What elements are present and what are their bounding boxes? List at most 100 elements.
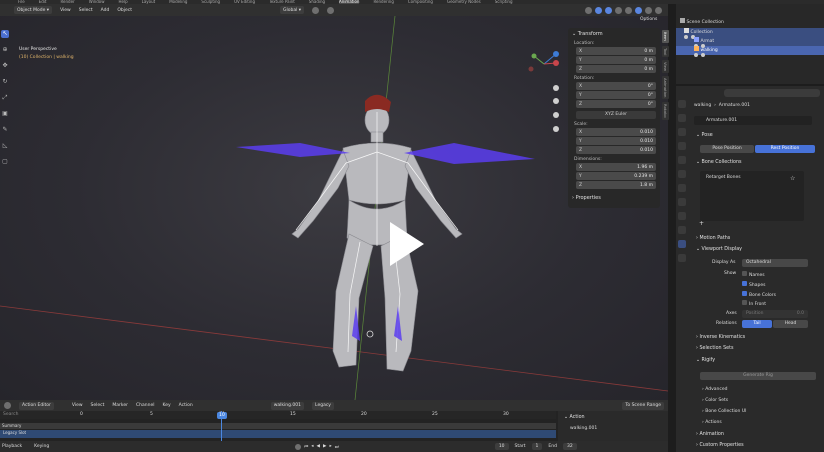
xray-icon[interactable] bbox=[615, 6, 622, 14]
snap-icon[interactable] bbox=[312, 6, 320, 14]
editor-type-icon[interactable] bbox=[4, 402, 11, 409]
timeline-menu-key[interactable]: Key bbox=[162, 403, 170, 408]
play-icon[interactable]: ▶ bbox=[323, 444, 326, 449]
rotation-x-field[interactable]: X 0° bbox=[576, 82, 656, 90]
overlay-icon[interactable] bbox=[605, 6, 612, 14]
scale-x-field[interactable]: X 0.010 bbox=[576, 128, 656, 136]
viewport-display-header[interactable]: ⌄ Viewport Display bbox=[696, 247, 742, 252]
shapes-checkbox[interactable]: Shapes bbox=[742, 281, 765, 288]
add-icon[interactable]: + bbox=[699, 220, 704, 227]
relations-head-button[interactable]: Head bbox=[773, 320, 808, 328]
tab-animation[interactable]: Animation bbox=[662, 76, 669, 100]
transform-orientation-dropdown[interactable]: Global ▾ bbox=[280, 6, 305, 14]
outliner-row-collection[interactable]: Collection bbox=[676, 28, 824, 39]
outliner-row-walking[interactable]: walking bbox=[676, 46, 824, 57]
scene-tab-icon[interactable] bbox=[678, 156, 686, 164]
cursor-tool-icon[interactable]: ⊕ bbox=[1, 46, 9, 54]
gizmo-icon[interactable] bbox=[595, 6, 602, 14]
move-tool-icon[interactable]: ✥ bbox=[1, 62, 9, 70]
bone-collections-list[interactable]: Retarget Bones bbox=[700, 171, 804, 221]
bone-collections-header[interactable]: ⌄ Bone Collections bbox=[696, 160, 742, 165]
modifier-tab-icon[interactable] bbox=[678, 198, 686, 206]
scale-tool-icon[interactable]: ⤢ bbox=[1, 94, 9, 102]
visibility-icon[interactable] bbox=[585, 6, 592, 14]
dimensions-x-field[interactable]: X 1.96 m bbox=[576, 163, 656, 171]
annotate-tool-icon[interactable]: ✎ bbox=[1, 126, 9, 134]
display-as-dropdown[interactable]: Octahedral bbox=[742, 259, 808, 267]
tab-view[interactable]: View bbox=[662, 60, 669, 74]
physics-tab-icon[interactable] bbox=[678, 212, 686, 220]
bone-tab-icon[interactable] bbox=[678, 254, 686, 262]
location-y-field[interactable]: Y 0 m bbox=[576, 56, 656, 64]
output-tab-icon[interactable] bbox=[678, 128, 686, 136]
bone-collection-item[interactable]: Retarget Bones bbox=[700, 171, 804, 180]
dimensions-z-field[interactable]: Z 1.8 m bbox=[576, 181, 656, 189]
world-tab-icon[interactable] bbox=[678, 170, 686, 178]
rotation-y-field[interactable]: Y 0° bbox=[576, 91, 656, 99]
frame-ruler[interactable]: Search 0 5 10 15 20 25 30 bbox=[0, 411, 556, 419]
jump-end-icon[interactable]: ⏭ bbox=[335, 444, 339, 450]
timeline-menu-view[interactable]: View bbox=[72, 403, 83, 408]
options-dropdown[interactable]: Options bbox=[640, 17, 657, 22]
keying-menu[interactable]: Keying bbox=[34, 444, 49, 449]
tab-rokoko[interactable]: Rokoko bbox=[662, 102, 669, 120]
rotate-tool-icon[interactable]: ↻ bbox=[1, 78, 9, 86]
solid-shading-icon[interactable] bbox=[635, 6, 642, 14]
transform-tool-icon[interactable]: ▣ bbox=[1, 110, 9, 118]
viewport-menu-select[interactable]: Select bbox=[79, 8, 93, 13]
generate-rig-button[interactable]: Generate Rig bbox=[700, 372, 816, 380]
scale-z-field[interactable]: Z 0.010 bbox=[576, 146, 656, 154]
viewport-menu-add[interactable]: Add bbox=[101, 8, 110, 13]
start-frame-field[interactable]: 1 bbox=[531, 443, 543, 450]
material-shading-icon[interactable] bbox=[645, 6, 652, 14]
properties-subpanel-header[interactable]: › Properties bbox=[572, 195, 656, 201]
animation-header[interactable]: › Animation bbox=[696, 432, 724, 437]
proportional-edit-icon[interactable] bbox=[327, 6, 335, 14]
end-frame-field[interactable]: 32 bbox=[562, 443, 577, 450]
action-panel-name[interactable]: walking.001 bbox=[558, 420, 668, 431]
play-reverse-icon[interactable]: ◀ bbox=[317, 444, 320, 449]
rigify-bone-collection-ui-header[interactable]: › Bone Collection UI bbox=[702, 409, 746, 414]
visibility-toggles[interactable] bbox=[694, 53, 818, 57]
rigify-advanced-header[interactable]: › Advanced bbox=[702, 387, 727, 392]
outliner-scene-collection[interactable]: Scene Collection bbox=[676, 18, 824, 27]
prev-keyframe-icon[interactable]: ◂ bbox=[311, 444, 313, 449]
transform-header[interactable]: ⌄ Transform bbox=[572, 31, 656, 37]
rigify-actions-header[interactable]: › Actions bbox=[702, 420, 722, 425]
playhead-frame-indicator[interactable]: 10 bbox=[217, 412, 227, 419]
viewport-menu-object[interactable]: Object bbox=[117, 8, 132, 13]
tab-item[interactable]: Item bbox=[662, 30, 669, 43]
custom-properties-header[interactable]: › Custom Properties bbox=[696, 443, 744, 448]
rigify-header[interactable]: ⌄ Rigify bbox=[696, 358, 715, 363]
to-scene-range-button[interactable]: To Scene Range bbox=[622, 401, 664, 410]
summary-channel[interactable]: Summary bbox=[0, 423, 556, 429]
playback-menu[interactable]: Playback bbox=[2, 444, 22, 449]
rest-position-button[interactable]: Rest Position bbox=[755, 145, 815, 153]
bone-colors-checkbox[interactable]: Bone Colors bbox=[742, 291, 776, 298]
wireframe-shading-icon[interactable] bbox=[625, 6, 632, 14]
rotation-mode-dropdown[interactable]: XYZ Euler bbox=[576, 111, 656, 119]
scale-y-field[interactable]: Y 0.010 bbox=[576, 137, 656, 145]
axes-position-field[interactable]: Position 0.0 bbox=[742, 310, 808, 318]
timeline-menu-channel[interactable]: Channel bbox=[136, 403, 154, 408]
timeline-menu-select[interactable]: Select bbox=[91, 403, 105, 408]
record-icon[interactable] bbox=[295, 443, 302, 450]
measure-tool-icon[interactable]: ◺ bbox=[1, 142, 9, 150]
motion-paths-header[interactable]: › Motion Paths bbox=[696, 236, 730, 241]
timeline-menu-action[interactable]: Action bbox=[179, 403, 193, 408]
object-tab-icon[interactable] bbox=[678, 184, 686, 192]
render-tab-icon[interactable] bbox=[678, 114, 686, 122]
view-layer-tab-icon[interactable] bbox=[678, 142, 686, 150]
action-selector[interactable]: walking.001 bbox=[270, 401, 305, 410]
timeline-menu-marker[interactable]: Marker bbox=[112, 403, 128, 408]
viewport-menu-view[interactable]: View bbox=[60, 8, 71, 13]
location-z-field[interactable]: Z 0 m bbox=[576, 65, 656, 73]
tool-tab-icon[interactable] bbox=[678, 100, 686, 108]
armature-data-tab-icon[interactable] bbox=[678, 240, 686, 248]
next-keyframe-icon[interactable]: ▸ bbox=[329, 444, 331, 449]
pose-position-button[interactable]: Pose Position bbox=[700, 145, 754, 153]
mode-selector[interactable]: Object Mode ▾ bbox=[14, 6, 53, 14]
dimensions-y-field[interactable]: Y 0.239 m bbox=[576, 172, 656, 180]
constraint-tab-icon[interactable] bbox=[678, 226, 686, 234]
selection-sets-header[interactable]: › Selection Sets bbox=[696, 346, 733, 351]
